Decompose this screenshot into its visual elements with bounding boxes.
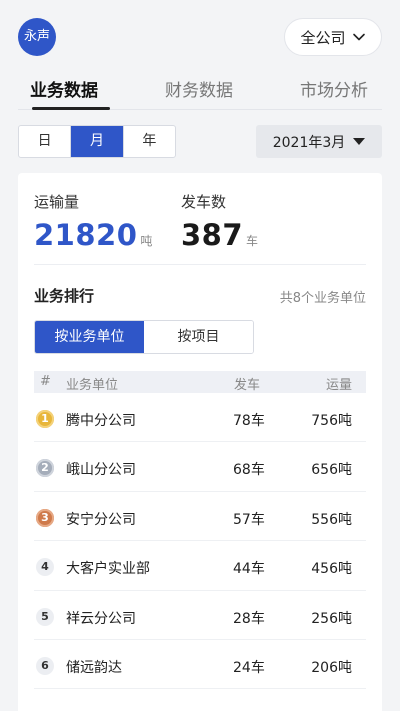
unit-name: 祥云分公司 [66, 610, 136, 627]
rank-badge: 1 [36, 410, 54, 428]
rank-badge: 5 [36, 607, 54, 626]
tab-business-data[interactable]: 业务数据 [30, 76, 98, 101]
stat-departures-value: 387 [181, 218, 244, 252]
departures-value: 78车 [233, 413, 265, 429]
date-select-value: 2021年3月 [272, 134, 346, 151]
unit-name: 安宁分公司 [66, 511, 136, 528]
stat-volume: 运输量 21820 吨 [34, 191, 152, 252]
rank-badge: 2 [36, 459, 54, 478]
table-header: # 业务单位 发车 运量 [34, 371, 366, 393]
rank-badge: 4 [36, 558, 54, 577]
active-tab-indicator [32, 107, 110, 110]
table-row[interactable]: 4 大客户实业部 44车 456吨 [34, 541, 366, 591]
volume-value: 556吨 [311, 511, 352, 528]
business-card: 运输量 21820 吨 发车数 387 车 业务排行 共8个业务单位 按业务单位… [18, 173, 382, 711]
col-departures: 发车 [234, 378, 261, 393]
tab-market-analysis[interactable]: 市场分析 [300, 76, 368, 101]
period-switch: 日 月 年 [18, 125, 176, 158]
volume-value: 456吨 [311, 561, 352, 578]
col-rank: # [40, 374, 51, 389]
departures-value: 28车 [233, 610, 265, 627]
ranking-toggle: 按业务单位 按项目 [34, 320, 254, 354]
table-row[interactable]: 5 祥云分公司 28车 256吨 [34, 591, 366, 640]
volume-value: 256吨 [311, 610, 352, 627]
table-row[interactable]: 2 峨山分公司 68车 656吨 [34, 442, 366, 492]
departures-value: 57车 [233, 511, 265, 528]
period-year[interactable]: 年 [124, 126, 175, 157]
stat-volume-value: 21820 [34, 218, 138, 252]
stat-departures-unit: 车 [246, 234, 259, 248]
date-select[interactable]: 2021年3月 [256, 125, 382, 158]
period-day[interactable]: 日 [19, 126, 72, 157]
volume-value: 756吨 [311, 413, 352, 429]
stat-volume-label: 运输量 [34, 193, 80, 211]
avatar[interactable]: 永声 [18, 18, 56, 56]
col-volume: 运量 [325, 378, 352, 393]
stat-departures-label: 发车数 [181, 193, 227, 211]
stat-departures: 发车数 387 车 [181, 191, 258, 252]
tab-finance-data[interactable]: 财务数据 [165, 76, 233, 101]
toggle-by-project[interactable]: 按项目 [144, 321, 253, 353]
ranking-title: 业务排行 [34, 287, 95, 305]
rank-badge: 3 [36, 508, 54, 527]
divider [34, 264, 366, 265]
unit-name: 储远韵达 [66, 659, 122, 676]
company-select[interactable]: 全公司 [284, 18, 382, 56]
chevron-down-icon [352, 33, 365, 41]
table-row[interactable]: 1 腾中分公司 78车 756吨 [34, 393, 366, 443]
unit-name: 腾中分公司 [66, 413, 136, 429]
departures-value: 24车 [233, 659, 265, 676]
table-row[interactable]: 3 安宁分公司 57车 556吨 [34, 492, 366, 542]
volume-value: 656吨 [311, 462, 352, 479]
period-month[interactable]: 月 [71, 126, 124, 157]
volume-value: 206吨 [311, 659, 352, 676]
departures-value: 68车 [233, 462, 265, 479]
company-select-value: 全公司 [300, 28, 346, 47]
departures-value: 44车 [233, 561, 265, 578]
stat-volume-unit: 吨 [140, 234, 153, 248]
table-row[interactable]: 6 储远韵达 24车 206吨 [34, 640, 366, 690]
table-body: 1 腾中分公司 78车 756吨 2 峨山分公司 68车 656吨 3 安宁分公… [34, 393, 366, 690]
top-bar: 永声 全公司 [0, 0, 400, 70]
ranking-count: 共8个业务单位 [279, 291, 366, 306]
main-tabs: 业务数据 财务数据 市场分析 [18, 70, 382, 110]
caret-down-icon [353, 138, 366, 145]
toggle-by-unit[interactable]: 按业务单位 [35, 321, 144, 353]
unit-name: 峨山分公司 [66, 462, 136, 479]
unit-name: 大客户实业部 [66, 561, 150, 578]
rank-badge: 6 [36, 656, 54, 675]
col-unit: 业务单位 [66, 378, 119, 393]
